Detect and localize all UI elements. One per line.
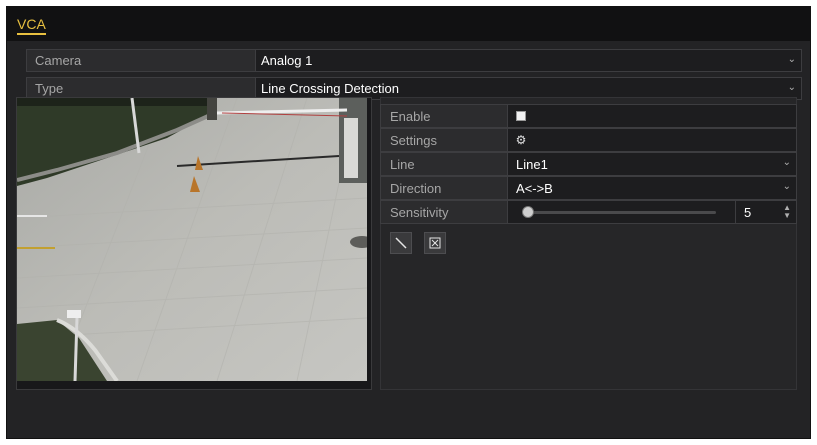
chevron-down-icon: ⌄ xyxy=(787,82,796,93)
camera-select[interactable]: Analog 1 ⌄ xyxy=(255,50,801,71)
camera-label: Camera xyxy=(35,53,82,68)
enable-checkbox[interactable] xyxy=(516,111,526,121)
line-row: Line Line1 ⌄ xyxy=(380,152,797,176)
chevron-down-icon: ⌄ xyxy=(787,54,796,65)
chevron-down-icon: ⌄ xyxy=(782,181,791,192)
direction-value: A<->B xyxy=(516,181,553,196)
chevron-down-icon: ⌄ xyxy=(782,157,791,168)
sensitivity-spinbox[interactable]: 5 ▲ ▼ xyxy=(735,201,796,223)
camera-value: Analog 1 xyxy=(261,53,313,68)
camera-preview[interactable] xyxy=(17,98,367,381)
clear-icon xyxy=(429,237,441,249)
enable-cell xyxy=(507,105,796,127)
enable-label: Enable xyxy=(390,109,431,124)
tab-vca[interactable]: VCA xyxy=(17,16,46,35)
type-value: Line Crossing Detection xyxy=(261,81,400,96)
sensitivity-cell: 5 ▲ ▼ xyxy=(507,201,796,223)
sensitivity-slider-track[interactable] xyxy=(522,211,716,214)
sensitivity-value: 5 xyxy=(744,205,752,220)
enable-row: Enable xyxy=(380,104,797,128)
line-select[interactable]: Line1 ⌄ xyxy=(507,153,796,175)
direction-select[interactable]: A<->B ⌄ xyxy=(507,177,796,199)
settings-cell: ⚙ xyxy=(507,129,796,151)
camera-view-image xyxy=(17,98,367,381)
draw-line-button[interactable] xyxy=(390,232,412,254)
gear-icon[interactable]: ⚙ xyxy=(514,133,528,147)
camera-row: Camera Analog 1 ⌄ xyxy=(26,49,802,72)
tab-bar: VCA xyxy=(7,7,810,41)
line-label: Line xyxy=(390,157,415,172)
type-select[interactable]: Line Crossing Detection ⌄ xyxy=(255,78,801,99)
sensitivity-row: Sensitivity 5 ▲ ▼ xyxy=(380,200,797,224)
settings-row: Settings ⚙ xyxy=(380,128,797,152)
draw-line-icon xyxy=(395,237,407,249)
direction-label: Direction xyxy=(390,181,442,196)
settings-label: Settings xyxy=(390,133,437,148)
sensitivity-label: Sensitivity xyxy=(390,205,449,220)
direction-row: Direction A<->B ⌄ xyxy=(380,176,797,200)
clear-button[interactable] xyxy=(424,232,446,254)
spin-arrows-icon: ▲ ▼ xyxy=(783,203,791,220)
sensitivity-slider-handle[interactable] xyxy=(522,206,534,218)
type-label: Type xyxy=(35,81,64,96)
line-value: Line1 xyxy=(516,157,548,172)
